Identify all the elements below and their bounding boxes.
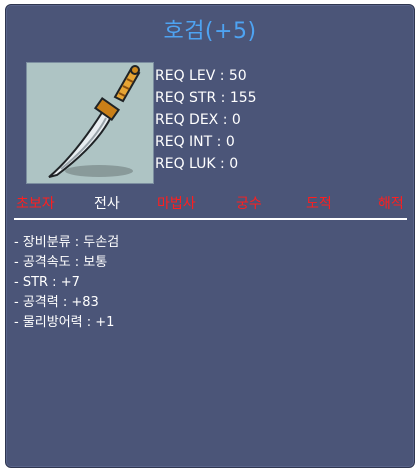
job-thief: 도적 <box>306 196 332 212</box>
job-pirate: 해적 <box>378 196 404 212</box>
job-archer: 궁수 <box>236 196 262 212</box>
curved-sword-icon <box>26 62 154 184</box>
stat-attack-power: - 공격력 : +83 <box>14 295 99 310</box>
req-luk: REQ LUK : 0 <box>155 156 239 172</box>
req-int: REQ INT : 0 <box>155 134 235 150</box>
stat-str: - STR : +7 <box>14 275 80 290</box>
requirements-list: REQ LEV : 50 REQ STR : 155 REQ DEX : 0 R… <box>155 65 257 175</box>
divider <box>14 218 407 220</box>
job-list: 초보자 전사 마법사 궁수 도적 해적 <box>6 193 414 215</box>
stat-attack-speed: - 공격속도 : 보통 <box>14 255 108 270</box>
item-name: 호검(+5) <box>163 19 257 44</box>
req-dex: REQ DEX : 0 <box>155 112 241 128</box>
req-level: REQ LEV : 50 <box>155 68 247 84</box>
stat-physical-defense: - 물리방어력 : +1 <box>14 315 115 330</box>
job-warrior: 전사 <box>94 196 120 212</box>
item-tooltip: 호검(+5) REQ LEV : 50 REQ STR : 155 REQ DE… <box>5 4 415 468</box>
sword-image <box>48 65 141 178</box>
job-beginner: 초보자 <box>16 196 55 212</box>
job-magician: 마법사 <box>157 196 196 212</box>
stat-category: - 장비분류 : 두손검 <box>14 235 120 250</box>
req-str: REQ STR : 155 <box>155 90 257 106</box>
stats-list: - 장비분류 : 두손검 - 공격속도 : 보통 - STR : +7 - 공격… <box>14 233 119 333</box>
